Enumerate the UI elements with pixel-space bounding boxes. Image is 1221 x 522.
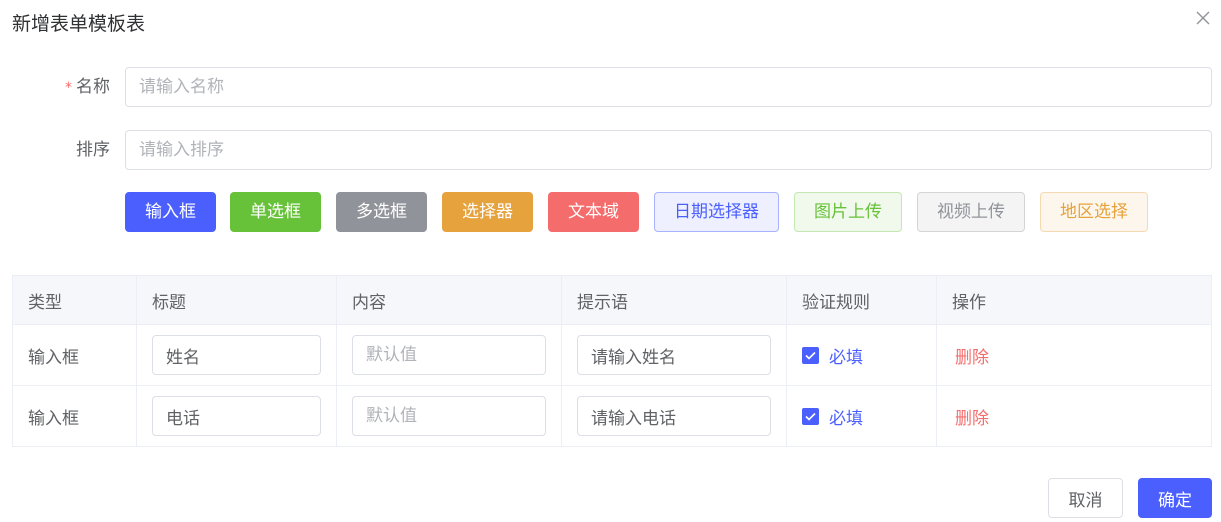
field-type-toolbar: 输入框 单选框 多选框 选择器 文本域 日期选择器 图片上传 视频上传 地区选择: [125, 192, 1148, 232]
row-content-cell: [337, 325, 562, 385]
confirm-button[interactable]: 确定: [1138, 478, 1212, 518]
header-type: 类型: [13, 276, 137, 324]
close-icon[interactable]: [1193, 8, 1213, 28]
row-hint-cell: [562, 386, 787, 446]
hint-input[interactable]: [577, 396, 771, 436]
sort-input[interactable]: [125, 130, 1212, 170]
header-rule: 验证规则: [787, 276, 937, 324]
required-mark: *: [65, 80, 72, 96]
form-row-sort: 排序: [0, 130, 1221, 170]
name-input[interactable]: [125, 67, 1212, 107]
header-action: 操作: [952, 292, 986, 313]
name-label: * 名称: [65, 67, 110, 107]
name-label-text: 名称: [76, 77, 110, 97]
title-input[interactable]: [152, 335, 321, 375]
hint-input[interactable]: [577, 335, 771, 375]
table-row: 输入框 必填 删除: [13, 386, 1211, 447]
required-checkbox[interactable]: 必填: [802, 343, 863, 368]
row-hint-cell: [562, 325, 787, 385]
add-image-upload-button[interactable]: 图片上传: [794, 192, 902, 232]
add-input-button[interactable]: 输入框: [125, 192, 216, 232]
add-region-select-button[interactable]: 地区选择: [1040, 192, 1148, 232]
header-content: 内容: [337, 276, 562, 324]
table-row: 输入框 必填 删除: [13, 325, 1211, 386]
header-title: 标题: [137, 276, 337, 324]
table-header: 类型 标题 内容 提示语 验证规则 操作: [13, 276, 1211, 325]
check-icon: [802, 346, 819, 364]
add-date-picker-button[interactable]: 日期选择器: [654, 192, 779, 232]
row-rule-cell: 必填: [787, 325, 937, 385]
add-radio-button[interactable]: 单选框: [230, 192, 321, 232]
row-type: 输入框: [13, 325, 137, 385]
required-label: 必填: [829, 347, 863, 368]
header-hint: 提示语: [562, 276, 787, 324]
add-video-upload-button[interactable]: 视频上传: [917, 192, 1025, 232]
dialog-title: 新增表单模板表: [12, 13, 146, 35]
required-label: 必填: [829, 408, 863, 429]
row-rule-cell: 必填: [787, 386, 937, 446]
delete-link[interactable]: 删除: [955, 404, 989, 429]
check-icon: [802, 407, 819, 425]
delete-link[interactable]: 删除: [955, 343, 989, 368]
sort-label: 排序: [76, 140, 110, 160]
title-input[interactable]: [152, 396, 321, 436]
row-action-cell: 删除: [937, 386, 1211, 446]
row-title-cell: [137, 325, 337, 385]
row-title-cell: [137, 386, 337, 446]
content-input[interactable]: [352, 335, 546, 375]
cancel-button[interactable]: 取消: [1048, 478, 1123, 518]
row-action-cell: 删除: [937, 325, 1211, 385]
add-checkbox-button[interactable]: 多选框: [336, 192, 427, 232]
fields-table: 类型 标题 内容 提示语 验证规则 操作 输入框 必填 删除 输入框: [12, 275, 1212, 447]
row-content-cell: [337, 386, 562, 446]
required-checkbox[interactable]: 必填: [802, 404, 863, 429]
add-select-button[interactable]: 选择器: [442, 192, 533, 232]
content-input[interactable]: [352, 396, 546, 436]
add-textarea-button[interactable]: 文本域: [548, 192, 639, 232]
form-row-name: * 名称: [0, 67, 1221, 107]
row-type: 输入框: [13, 386, 137, 446]
